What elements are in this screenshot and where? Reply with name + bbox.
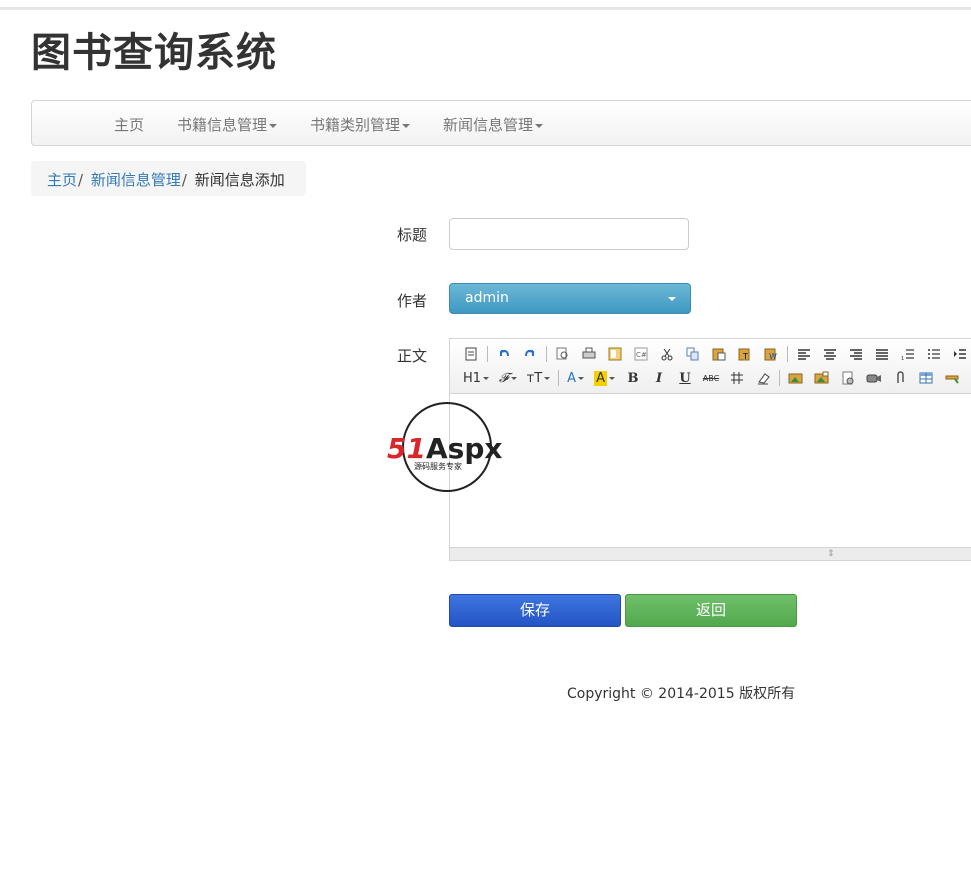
- author-label: 作者: [397, 292, 428, 310]
- save-button[interactable]: 保存: [449, 594, 621, 627]
- nav-item-label: 主页: [114, 116, 145, 134]
- source-icon[interactable]: [458, 343, 484, 365]
- toolbar-separator: [787, 346, 788, 362]
- breadcrumb-separator: /: [78, 171, 84, 189]
- svg-text:Aspx: Aspx: [426, 432, 502, 465]
- breadcrumb: 主页/ 新闻信息管理/ 新闻信息添加: [31, 161, 306, 196]
- font-color-button[interactable]: A: [562, 371, 589, 386]
- align-left-icon[interactable]: [791, 343, 817, 365]
- highlight-label: A: [594, 370, 607, 386]
- multi-image-icon[interactable]: [809, 367, 835, 389]
- bold-button[interactable]: B: [620, 367, 646, 389]
- font-color-label: A: [567, 370, 577, 386]
- svg-text:W: W: [769, 352, 777, 361]
- svg-text:C#: C#: [636, 351, 647, 359]
- caret-down-icon: [535, 123, 544, 128]
- redo-icon[interactable]: [517, 343, 543, 365]
- print-icon[interactable]: [576, 343, 602, 365]
- horizontal-rule-icon[interactable]: [939, 367, 965, 389]
- author-select[interactable]: admin: [449, 283, 691, 314]
- toolbar-separator: [487, 346, 488, 362]
- italic-button[interactable]: I: [646, 367, 672, 389]
- toolbar-separator: [778, 370, 780, 386]
- nav-item-label: 书籍类别管理: [310, 116, 401, 134]
- insert-table-icon[interactable]: [913, 367, 939, 389]
- svg-text:T: T: [742, 352, 748, 361]
- svg-text:51: 51: [387, 432, 426, 465]
- nav-item-label: 书籍信息管理: [177, 116, 268, 134]
- table-grid-icon[interactable]: [724, 367, 750, 389]
- copy-icon[interactable]: [680, 343, 706, 365]
- editor-statusbar: ⇕: [450, 547, 971, 560]
- navbar: 主页 书籍信息管理 书籍类别管理 新闻信息管理: [31, 100, 971, 146]
- nav-item-home[interactable]: 主页: [114, 114, 144, 135]
- indent-icon[interactable]: [947, 343, 971, 365]
- flash-icon[interactable]: [835, 367, 861, 389]
- caret-down-icon: [608, 376, 615, 380]
- media-icon[interactable]: [861, 367, 887, 389]
- caret-down-icon: [269, 123, 278, 128]
- toolbar-separator: [546, 346, 547, 362]
- undo-icon[interactable]: [491, 343, 517, 365]
- site-title: 图书查询系统: [31, 30, 277, 76]
- editor-toolbar: C# T W 1 H1 𝓕 тT A A B I U ABC: [450, 339, 971, 394]
- preview-icon[interactable]: [550, 343, 576, 365]
- nav-item-book-info[interactable]: 书籍信息管理: [177, 114, 278, 135]
- caret-down-icon: [578, 376, 585, 380]
- caret-down-icon: [668, 297, 676, 301]
- breadcrumb-home-link[interactable]: 主页: [47, 171, 77, 189]
- back-button[interactable]: 返回: [625, 594, 797, 627]
- font-family-label: 𝓕: [499, 370, 509, 386]
- font-size-dropdown[interactable]: тT: [522, 371, 556, 386]
- eraser-icon[interactable]: [750, 367, 776, 389]
- nav-item-label: 新闻信息管理: [443, 116, 534, 134]
- author-select-value: admin: [465, 290, 509, 306]
- footer-copyright: Copyright © 2014-2015 版权所有: [567, 686, 796, 702]
- nav-item-book-category[interactable]: 书籍类别管理: [310, 114, 411, 135]
- resize-grip-icon[interactable]: ⇕: [827, 550, 835, 559]
- breadcrumb-separator: /: [181, 171, 187, 189]
- paste-word-icon[interactable]: W: [758, 343, 784, 365]
- paste-icon[interactable]: [706, 343, 732, 365]
- code-icon[interactable]: C#: [628, 343, 654, 365]
- image-icon[interactable]: [783, 367, 809, 389]
- caret-down-icon: [483, 376, 490, 380]
- unordered-list-icon[interactable]: [921, 343, 947, 365]
- template-icon[interactable]: [602, 343, 628, 365]
- align-right-icon[interactable]: [843, 343, 869, 365]
- toolbar-row-1: C# T W 1: [458, 343, 971, 365]
- font-family-dropdown[interactable]: 𝓕: [494, 371, 522, 386]
- underline-button[interactable]: U: [672, 367, 698, 389]
- svg-text:源码服务专家: 源码服务专家: [414, 461, 462, 471]
- justify-icon[interactable]: [869, 343, 895, 365]
- top-border: [0, 7, 971, 10]
- strikethrough-button[interactable]: ABC: [698, 367, 724, 389]
- title-label: 标题: [397, 226, 428, 244]
- paste-text-icon[interactable]: T: [732, 343, 758, 365]
- svg-text:1: 1: [901, 356, 904, 361]
- highlight-button[interactable]: A: [589, 370, 620, 386]
- align-center-icon[interactable]: [817, 343, 843, 365]
- ordered-list-icon[interactable]: 1: [895, 343, 921, 365]
- attachment-icon[interactable]: [887, 367, 913, 389]
- heading-dropdown[interactable]: H1: [458, 371, 494, 386]
- nav-item-news[interactable]: 新闻信息管理: [443, 114, 544, 135]
- toolbar-row-2: H1 𝓕 тT A A B I U ABC: [458, 367, 965, 389]
- breadcrumb-news-link[interactable]: 新闻信息管理: [91, 171, 181, 189]
- rich-text-editor: C# T W 1 H1 𝓕 тT A A B I U ABC ⇕: [449, 338, 971, 561]
- cut-icon[interactable]: [654, 343, 680, 365]
- watermark-logo: 51 Aspx 源码服务专家: [386, 402, 516, 494]
- font-size-label: тT: [526, 370, 543, 386]
- toolbar-separator: [558, 370, 560, 386]
- title-input[interactable]: [449, 218, 689, 250]
- body-label: 正文: [397, 347, 428, 365]
- caret-down-icon: [544, 376, 551, 380]
- caret-down-icon: [402, 123, 411, 128]
- caret-down-icon: [510, 376, 517, 380]
- breadcrumb-current: 新闻信息添加: [194, 171, 285, 189]
- heading-label: H1: [463, 370, 482, 386]
